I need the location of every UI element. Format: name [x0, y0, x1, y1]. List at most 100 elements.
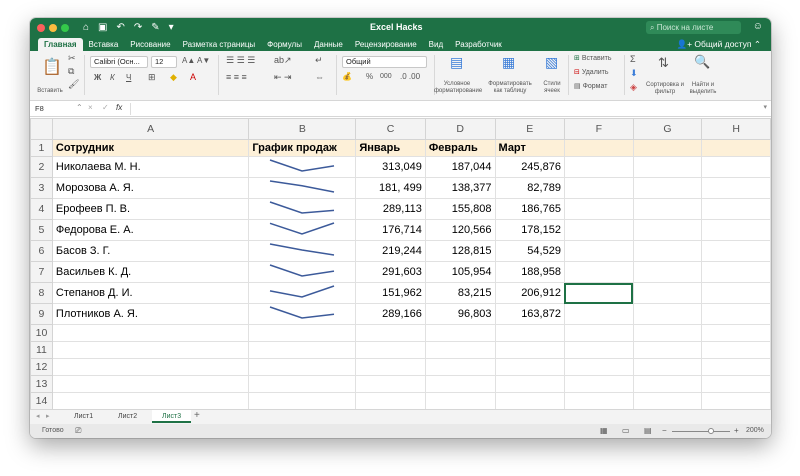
page-layout-icon[interactable]: ▭ — [622, 426, 630, 435]
cell-f6[interactable] — [563, 240, 634, 262]
cell-a2[interactable]: Николаева М. Н. — [51, 156, 250, 178]
cell-c6[interactable]: 219,244 — [355, 240, 426, 262]
sort-filter-label[interactable]: Сортировка и фильтр — [644, 82, 686, 96]
zoom-window-button[interactable] — [61, 23, 69, 32]
orientation-icon[interactable]: ab↗ — [274, 55, 292, 66]
selected-cell[interactable] — [563, 282, 634, 304]
formula-input[interactable] — [130, 103, 750, 115]
column-header[interactable]: E — [494, 118, 565, 140]
cell-g11[interactable] — [632, 341, 703, 359]
cell-a10[interactable] — [51, 324, 250, 342]
row-header[interactable]: 10 — [30, 324, 53, 342]
cell-d7[interactable]: 105,954 — [424, 261, 496, 283]
cell-d9[interactable]: 96,803 — [424, 303, 496, 325]
cell-e9[interactable]: 163,872 — [494, 303, 565, 325]
row-header[interactable]: 12 — [30, 358, 53, 376]
font-name-select[interactable]: Calibri (Осн... — [90, 56, 148, 68]
cell-b10[interactable] — [248, 324, 357, 342]
format-table-icon[interactable]: ▦ — [502, 54, 515, 71]
zoom-slider[interactable] — [672, 431, 730, 432]
expand-formula-icon[interactable]: ▾ — [763, 103, 767, 111]
cell-f3[interactable] — [563, 177, 634, 199]
add-sheet-button[interactable]: + — [194, 410, 200, 421]
font-size-select[interactable]: 12 — [151, 56, 177, 68]
cell-styles-icon[interactable]: ▧ — [545, 54, 558, 71]
cell-g13[interactable] — [632, 375, 703, 393]
cell-g8[interactable] — [632, 282, 703, 304]
row-header[interactable]: 7 — [30, 261, 53, 283]
cell-d8[interactable]: 83,215 — [424, 282, 496, 304]
edit-icon[interactable]: ✎ — [151, 22, 159, 33]
row-header[interactable]: 13 — [30, 375, 53, 393]
row-header[interactable]: 3 — [30, 177, 53, 199]
column-header[interactable]: D — [424, 118, 496, 140]
find-select-icon[interactable]: 🔍 — [694, 54, 710, 70]
copy-icon[interactable]: ⧉ — [68, 66, 74, 77]
italic-button[interactable]: К — [110, 73, 115, 82]
cell-b5[interactable] — [248, 219, 357, 241]
cell-d11[interactable] — [424, 341, 496, 359]
minimize-window-button[interactable] — [49, 23, 57, 32]
conditional-format-label[interactable]: Условное форматирование — [434, 81, 482, 95]
column-header[interactable]: B — [248, 118, 357, 140]
clear-icon[interactable]: ◈ — [630, 82, 637, 93]
more-icon[interactable]: ▾ — [169, 22, 174, 33]
ribbon-tab[interactable]: Рецензирование — [349, 38, 423, 51]
insert-cells-button[interactable]: ⊞ Вставить — [574, 54, 611, 62]
cell-b9[interactable] — [248, 303, 357, 325]
cell-b4[interactable] — [248, 198, 357, 220]
cancel-icon[interactable]: × — [88, 103, 93, 112]
cell-g7[interactable] — [632, 261, 703, 283]
cell-g4[interactable] — [632, 198, 703, 220]
row-header[interactable]: 9 — [30, 303, 53, 325]
cell-f9[interactable] — [563, 303, 634, 325]
cell-h1[interactable] — [701, 139, 771, 157]
cell-c8[interactable]: 151,962 — [355, 282, 426, 304]
ribbon-tab[interactable]: Главная — [38, 38, 83, 51]
cell-e13[interactable] — [494, 375, 565, 393]
cell-c9[interactable]: 289,166 — [355, 303, 426, 325]
cell-f13[interactable] — [563, 375, 634, 393]
cell-g2[interactable] — [632, 156, 703, 178]
cell-c13[interactable] — [355, 375, 426, 393]
cell-h6[interactable] — [701, 240, 771, 262]
cell-b12[interactable] — [248, 358, 357, 376]
percent-button[interactable]: % — [366, 72, 373, 81]
cell-c5[interactable]: 176,714 — [355, 219, 426, 241]
align-top-icon[interactable]: ☰ ☰ ☰ — [226, 55, 255, 66]
column-header[interactable]: A — [51, 118, 250, 140]
cell-e8[interactable]: 206,912 — [494, 282, 565, 304]
cell-a1[interactable]: Сотрудник — [51, 139, 250, 157]
scroll-tabs-right-icon[interactable]: ▸ — [46, 412, 50, 420]
cell-b2[interactable] — [248, 156, 357, 178]
zoom-in-icon[interactable]: + — [734, 426, 739, 435]
close-window-button[interactable] — [37, 23, 45, 32]
format-table-label[interactable]: Форматировать как таблицу — [485, 81, 535, 95]
row-header[interactable]: 8 — [30, 282, 53, 304]
name-box[interactable]: F8 — [33, 103, 75, 115]
merge-icon[interactable]: ⇔ — [315, 72, 324, 82]
cell-h5[interactable] — [701, 219, 771, 241]
borders-icon[interactable]: ⊞ — [148, 72, 156, 83]
confirm-icon[interactable]: ✓ — [102, 103, 109, 112]
cell-h10[interactable] — [701, 324, 771, 342]
cell-d4[interactable]: 155,808 — [424, 198, 496, 220]
page-break-icon[interactable]: ▤ — [644, 426, 652, 435]
underline-button[interactable]: Ч — [126, 73, 131, 82]
cell-h13[interactable] — [701, 375, 771, 393]
ribbon-tab[interactable]: Рисование — [124, 38, 176, 51]
cell-e11[interactable] — [494, 341, 565, 359]
cell-g9[interactable] — [632, 303, 703, 325]
cell-f5[interactable] — [563, 219, 634, 241]
cell-h11[interactable] — [701, 341, 771, 359]
indent-icon[interactable]: ⇤ ⇥ — [274, 72, 292, 83]
cell-d6[interactable]: 128,815 — [424, 240, 496, 262]
save-icon[interactable]: ▣ — [98, 22, 107, 33]
feedback-icon[interactable]: ☺ — [753, 21, 763, 32]
cell-e5[interactable]: 178,152 — [494, 219, 565, 241]
row-header[interactable]: 2 — [30, 156, 53, 178]
cell-h8[interactable] — [701, 282, 771, 304]
paste-icon[interactable]: 📋 — [42, 57, 62, 77]
cell-b6[interactable] — [248, 240, 357, 262]
cell-d10[interactable] — [424, 324, 496, 342]
